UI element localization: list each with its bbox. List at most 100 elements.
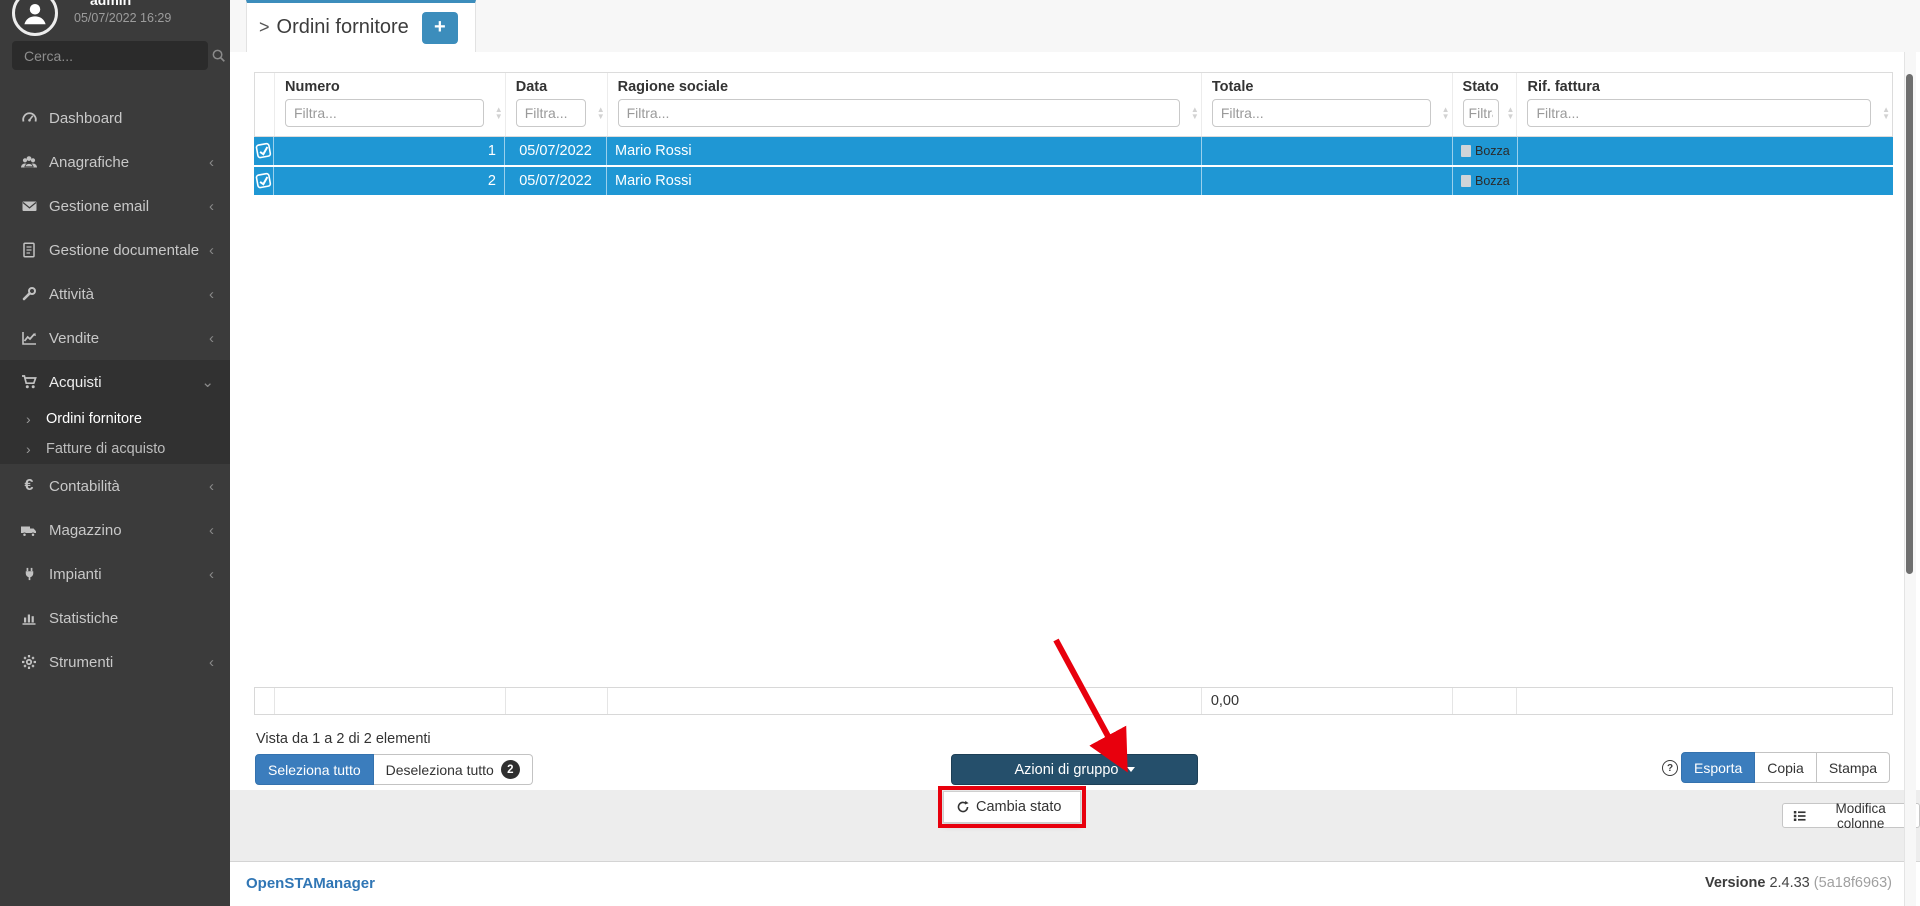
sidebar-item-statistiche[interactable]: Statistiche xyxy=(0,596,230,640)
sidebar-item-impianti[interactable]: Impianti ‹ xyxy=(0,552,230,596)
sidebar-item-fatture-di-acquisto[interactable]: › Fatture di acquisto xyxy=(0,434,230,464)
selected-count-badge: 2 xyxy=(501,760,520,779)
row-select-cell[interactable] xyxy=(254,137,274,165)
deselect-all-label: Deseleziona tutto xyxy=(386,762,494,778)
search-icon[interactable] xyxy=(211,41,226,70)
version-label: Versione xyxy=(1705,875,1765,891)
row-select-cell[interactable] xyxy=(254,167,274,195)
help-icon[interactable]: ? xyxy=(1662,760,1678,776)
status-label: Bozza xyxy=(1475,144,1510,158)
sidebar-item-label: Gestione documentale xyxy=(49,242,199,259)
scrollbar-thumb[interactable] xyxy=(1906,74,1913,574)
refresh-icon xyxy=(956,800,970,814)
selection-button-group: Seleziona tutto Deseleziona tutto 2 xyxy=(255,754,533,785)
table-row[interactable]: 2 05/07/2022 Mario Rossi Bozza xyxy=(254,167,1893,197)
sidebar-subitem-label: Ordini fornitore xyxy=(46,411,142,427)
cell-numero: 1 xyxy=(274,137,505,165)
status-label: Bozza xyxy=(1475,174,1510,188)
search-input[interactable] xyxy=(12,48,211,64)
sort-icon[interactable]: ▲▼ xyxy=(1882,106,1890,120)
group-actions-dropdown-item-cambia-stato[interactable]: Cambia stato xyxy=(943,791,1081,823)
chevron-left-icon: ‹ xyxy=(209,566,214,583)
document-icon xyxy=(18,242,40,258)
deselect-all-button[interactable]: Deseleziona tutto 2 xyxy=(374,754,533,785)
sidebar-item-label: Magazzino xyxy=(49,522,122,539)
draft-icon xyxy=(1461,175,1471,187)
sidebar-item-label: Statistiche xyxy=(49,610,118,627)
select-all-button[interactable]: Seleziona tutto xyxy=(255,754,374,785)
orders-table: Numero ▲▼ Data ▲▼ Ragione sociale ▲▼ Tot… xyxy=(254,72,1893,197)
copy-button[interactable]: Copia xyxy=(1755,752,1817,783)
print-button[interactable]: Stampa xyxy=(1817,752,1890,783)
edit-columns-button[interactable]: Modifica colonne xyxy=(1782,803,1920,828)
sidebar-item-gestione-email[interactable]: Gestione email ‹ xyxy=(0,184,230,228)
filter-input-numero[interactable] xyxy=(285,99,484,127)
chevron-left-icon: ‹ xyxy=(209,330,214,347)
cell-stato: Bozza xyxy=(1453,137,1518,165)
dropdown-item-label: Cambia stato xyxy=(976,799,1061,815)
columns-list-icon xyxy=(1793,809,1806,823)
filter-input-data[interactable] xyxy=(516,99,586,127)
add-order-button[interactable]: + xyxy=(422,12,458,44)
footer-cell xyxy=(255,688,275,714)
sidebar: admin 05/07/2022 16:29 Dashboard xyxy=(0,0,230,906)
sidebar-item-anagrafiche[interactable]: Anagrafiche ‹ xyxy=(0,140,230,184)
filter-input-rif-fattura[interactable] xyxy=(1527,99,1871,127)
footer-cell xyxy=(275,688,506,714)
chevron-left-icon: ‹ xyxy=(209,286,214,303)
sidebar-subitem-label: Fatture di acquisto xyxy=(46,441,165,457)
column-header-stato: Stato ▲▼ xyxy=(1453,73,1518,136)
sidebar-nav: Dashboard Anagrafiche ‹ Gestione email ‹ xyxy=(0,96,230,684)
sales-chart-icon xyxy=(18,330,40,346)
sidebar-item-acquisti[interactable]: Acquisti ⌄ xyxy=(0,360,230,404)
sort-icon[interactable]: ▲▼ xyxy=(495,106,503,120)
sort-icon[interactable]: ▲▼ xyxy=(1507,106,1515,120)
brand-link[interactable]: OpenSTAManager xyxy=(246,875,375,892)
table-row[interactable]: 1 05/07/2022 Mario Rossi Bozza xyxy=(254,137,1893,167)
group-actions-label: Azioni di gruppo xyxy=(1015,762,1119,778)
sidebar-item-label: Vendite xyxy=(49,330,99,347)
build-hash: (5a18f6963) xyxy=(1814,875,1892,891)
column-label: Rif. fattura xyxy=(1527,79,1884,95)
column-label: Stato xyxy=(1463,79,1509,95)
user-icon xyxy=(20,0,50,28)
column-label: Numero xyxy=(285,79,497,95)
column-header-rif-fattura: Rif. fattura ▲▼ xyxy=(1517,73,1892,136)
sidebar-item-magazzino[interactable]: Magazzino ‹ xyxy=(0,508,230,552)
column-label: Data xyxy=(516,79,599,95)
sidebar-item-label: Acquisti xyxy=(49,374,102,391)
tab-ordini-fornitore[interactable]: > Ordini fornitore + xyxy=(246,0,476,52)
group-actions-button[interactable]: Azioni di gruppo xyxy=(951,754,1198,785)
sidebar-item-label: Dashboard xyxy=(49,110,122,127)
sidebar-item-vendite[interactable]: Vendite ‹ xyxy=(0,316,230,360)
app-root: admin 05/07/2022 16:29 Dashboard xyxy=(0,0,1920,906)
sidebar-item-gestione-documentale[interactable]: Gestione documentale ‹ xyxy=(0,228,230,272)
sort-icon[interactable]: ▲▼ xyxy=(1191,106,1199,120)
check-square-icon xyxy=(254,172,273,191)
plug-icon xyxy=(18,566,40,582)
filter-input-stato[interactable] xyxy=(1463,99,1499,127)
tab-bar: > Ordini fornitore + xyxy=(230,0,1920,52)
sidebar-item-contabilita[interactable]: € Contabilità ‹ xyxy=(0,464,230,508)
cell-data: 05/07/2022 xyxy=(505,167,607,195)
version-number: 2.4.33 xyxy=(1769,875,1809,891)
cell-ragione-sociale: Mario Rossi xyxy=(607,137,1202,165)
status-badge: Bozza xyxy=(1461,144,1510,158)
caret-down-icon xyxy=(1127,767,1135,772)
filter-input-ragione-sociale[interactable] xyxy=(618,99,1180,127)
user-name: admin xyxy=(90,0,131,8)
sort-icon[interactable]: ▲▼ xyxy=(1442,106,1450,120)
export-button[interactable]: Esporta xyxy=(1681,752,1755,783)
chevron-left-icon: ‹ xyxy=(209,478,214,495)
sidebar-item-label: Strumenti xyxy=(49,654,113,671)
sidebar-item-strumenti[interactable]: Strumenti ‹ xyxy=(0,640,230,684)
sidebar-item-attivita[interactable]: Attività ‹ xyxy=(0,272,230,316)
users-icon xyxy=(18,154,40,170)
sidebar-item-ordini-fornitore[interactable]: › Ordini fornitore xyxy=(0,404,230,434)
filter-input-totale[interactable] xyxy=(1212,99,1431,127)
footer-cell xyxy=(1453,688,1518,714)
table-header: Numero ▲▼ Data ▲▼ Ragione sociale ▲▼ Tot… xyxy=(254,72,1893,137)
sort-icon[interactable]: ▲▼ xyxy=(597,106,605,120)
sidebar-item-dashboard[interactable]: Dashboard xyxy=(0,96,230,140)
select-column-header xyxy=(255,73,275,136)
